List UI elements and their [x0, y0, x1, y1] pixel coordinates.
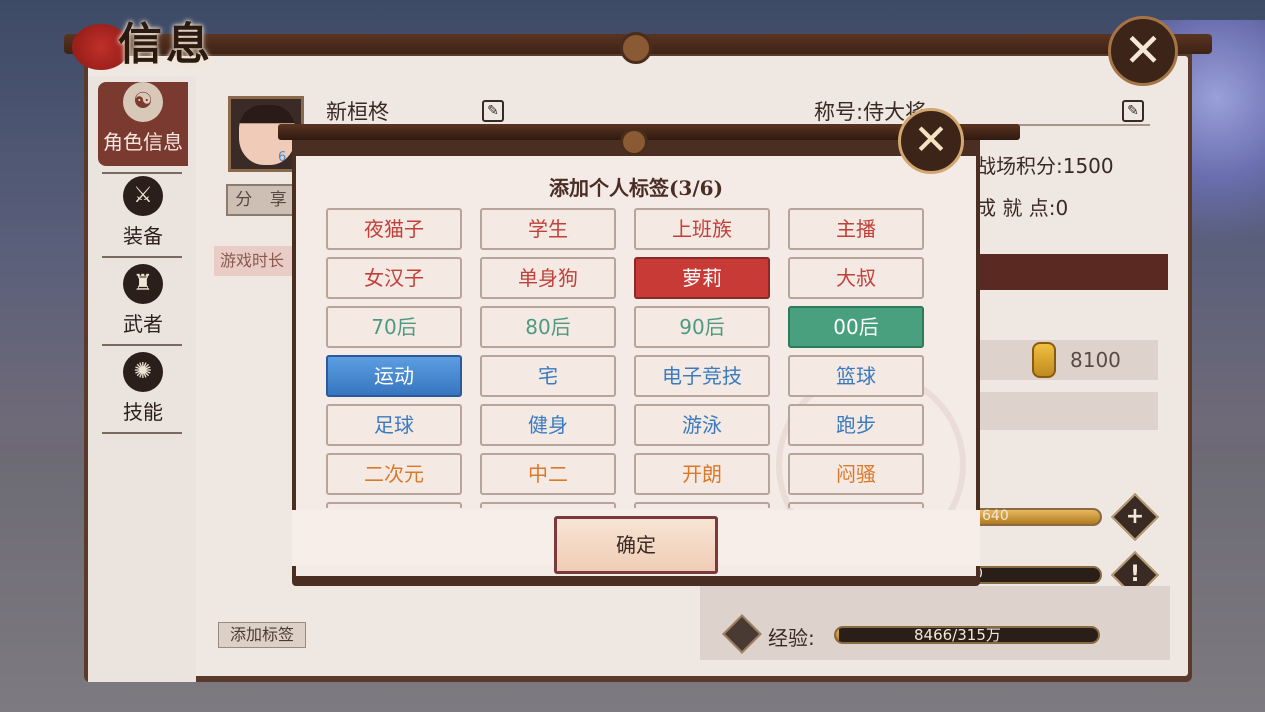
- tag-button[interactable]: 70后: [326, 306, 462, 348]
- gold-row: [978, 340, 1158, 380]
- sidebar-item-label: 武者: [123, 312, 163, 336]
- arena-score: 战场积分:1500: [976, 154, 1114, 178]
- stamina-bar-text: 640: [982, 508, 1009, 524]
- sidebar-item-character-info[interactable]: ☯ 角色信息: [98, 82, 188, 166]
- play-time-label: 游戏时长: [214, 246, 298, 276]
- share-button[interactable]: 分 享: [226, 184, 302, 216]
- exp-label: 经验:: [768, 626, 815, 650]
- close-window-button[interactable]: ✕: [1108, 16, 1178, 86]
- player-name: 新桓柊: [326, 100, 389, 124]
- tag-button[interactable]: 篮球: [788, 355, 924, 397]
- tag-button[interactable]: 电子竞技: [634, 355, 770, 397]
- tag-button[interactable]: 主播: [788, 208, 924, 250]
- section-header-bar: [978, 254, 1168, 290]
- close-dialog-button[interactable]: ✕: [898, 108, 964, 174]
- sidebar-divider: [102, 432, 182, 434]
- tag-button[interactable]: 足球: [326, 404, 462, 446]
- tag-button[interactable]: 80后: [480, 306, 616, 348]
- tag-button[interactable]: 中二: [480, 453, 616, 495]
- sidebar-divider: [102, 344, 182, 346]
- tag-button[interactable]: 开朗: [634, 453, 770, 495]
- tag-button[interactable]: 00后: [788, 306, 924, 348]
- tag-button[interactable]: 夜猫子: [326, 208, 462, 250]
- skill-icon: ✺: [123, 352, 163, 392]
- sidebar-item-label: 装备: [123, 224, 163, 248]
- gold-value: 8100: [1070, 348, 1121, 372]
- tag-button[interactable]: 萝莉: [634, 257, 770, 299]
- dialog-title: 添加个人标签(3/6): [548, 176, 724, 200]
- dialog-ornament-icon: [620, 128, 648, 156]
- gold-coin-icon: [1032, 342, 1056, 378]
- tag-button[interactable]: 上班族: [634, 208, 770, 250]
- sidebar-divider: [102, 256, 182, 258]
- achievement-points: 成 就 点:0: [976, 196, 1069, 220]
- exp-value: 8466/315万: [914, 626, 1001, 644]
- tag-button[interactable]: 学生: [480, 208, 616, 250]
- info-row: [978, 392, 1158, 430]
- sidebar-item-label: 角色信息: [103, 130, 183, 154]
- warrior-icon: ♜: [123, 264, 163, 304]
- exp-bar-fill: [836, 628, 839, 642]
- tag-button-clipped[interactable]: [634, 502, 770, 508]
- add-tag-button[interactable]: 添加标签: [218, 622, 306, 648]
- window-ornament-icon: [620, 32, 652, 64]
- tag-button[interactable]: 闷骚: [788, 453, 924, 495]
- edit-name-icon[interactable]: ✎: [482, 100, 504, 122]
- tag-button[interactable]: 健身: [480, 404, 616, 446]
- character-icon: ☯: [123, 82, 163, 122]
- tag-button[interactable]: 游泳: [634, 404, 770, 446]
- sidebar-item-skill[interactable]: ✺ 技能: [98, 352, 188, 436]
- confirm-button[interactable]: 确定: [554, 516, 718, 574]
- page-title: 信息: [118, 19, 214, 70]
- plus-icon: +: [1125, 504, 1145, 529]
- sidebar-divider: [102, 172, 182, 174]
- level-badge: 6: [278, 150, 287, 165]
- tag-button[interactable]: 二次元: [326, 453, 462, 495]
- tag-button[interactable]: 跑步: [788, 404, 924, 446]
- tag-button-clipped[interactable]: [326, 502, 462, 508]
- tag-button[interactable]: 女汉子: [326, 257, 462, 299]
- tag-button[interactable]: 90后: [634, 306, 770, 348]
- add-tag-dialog: ✕ 添加个人标签(3/6) 夜猫子 学生 上班族 主播女汉子 单身狗 萝莉 大叔 70后 80后…: [278, 108, 1020, 586]
- sidebar-item-equipment[interactable]: ⚔ 装备: [98, 176, 188, 260]
- tag-grid: 夜猫子 学生 上班族 主播女汉子 单身狗 萝莉 大叔 70后 80后 90后 00后运动宅电子竞技篮…: [326, 208, 926, 508]
- tag-button-clipped[interactable]: [788, 502, 924, 508]
- sidebar: ☯ 角色信息 ⚔ 装备 ♜ 武者 ✺ 技能: [88, 76, 196, 682]
- tag-button[interactable]: 宅: [480, 355, 616, 397]
- tag-button[interactable]: 单身狗: [480, 257, 616, 299]
- equipment-icon: ⚔: [123, 176, 163, 216]
- sidebar-item-label: 技能: [123, 400, 163, 424]
- tag-button-clipped[interactable]: [480, 502, 616, 508]
- sidebar-item-warrior[interactable]: ♜ 武者: [98, 264, 188, 348]
- edit-title-icon[interactable]: ✎: [1122, 100, 1144, 122]
- tag-button[interactable]: 大叔: [788, 257, 924, 299]
- tag-button[interactable]: 运动: [326, 355, 462, 397]
